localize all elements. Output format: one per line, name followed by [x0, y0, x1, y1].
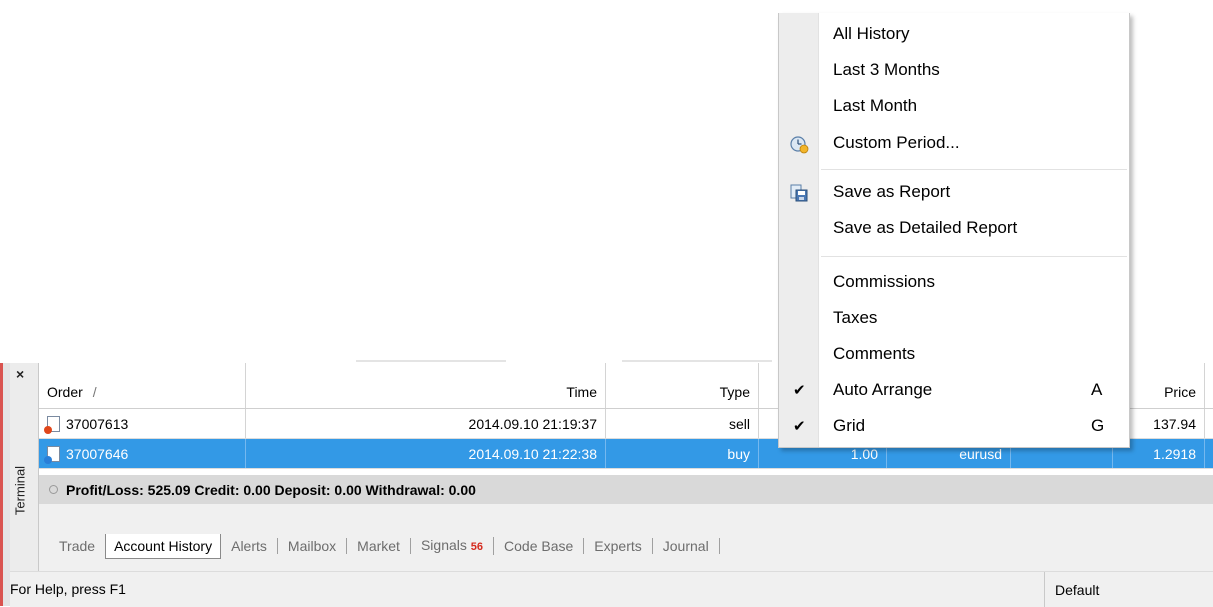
checkmark-icon: ✔	[793, 382, 806, 399]
type-cell: buy	[606, 439, 759, 468]
profile-indicator[interactable]: Default	[1044, 572, 1099, 607]
terminal-tabs: Trade Account History Alerts Mailbox Mar…	[39, 533, 720, 559]
background-separator	[356, 360, 506, 362]
order-header-label: Order	[47, 384, 83, 400]
menu-item-auto-arrange[interactable]: ✔ Auto Arrange A	[779, 375, 1129, 407]
panel-accent-strip	[0, 363, 10, 606]
context-menu: All History Last 3 Months Last Month Cus…	[778, 13, 1130, 448]
tab-signals[interactable]: Signals 56	[411, 537, 495, 555]
profile-name: Default	[1055, 581, 1100, 598]
menu-item-save-as-detailed-report[interactable]: Save as Detailed Report	[779, 213, 1129, 245]
menu-item-label: All History	[833, 24, 910, 43]
account-summary-row: Profit/Loss: 525.09 Credit: 0.00 Deposit…	[39, 475, 1213, 504]
time-cell: 2014.09.10 21:19:37	[246, 409, 606, 438]
menu-item-label: Last 3 Months	[833, 60, 940, 79]
order-cell: 37007613	[39, 409, 246, 438]
menu-item-label: Comments	[833, 344, 916, 363]
menu-item-comments[interactable]: Comments	[779, 339, 1129, 371]
shortcut-key: A	[1091, 380, 1103, 399]
price-header-label: Price	[1164, 384, 1196, 400]
tab-market[interactable]: Market	[347, 538, 411, 554]
terminal-title: Terminal	[12, 465, 28, 516]
sell-order-icon	[44, 415, 60, 434]
column-header-time[interactable]: Time	[246, 363, 606, 408]
tab-code-base[interactable]: Code Base	[494, 538, 585, 554]
menu-item-grid[interactable]: ✔ Grid G	[779, 411, 1129, 443]
signals-badge: 56	[470, 541, 484, 553]
clock-icon	[789, 134, 809, 157]
menu-item-last-3-months[interactable]: Last 3 Months	[779, 55, 1129, 87]
sort-indicator: /	[92, 384, 97, 400]
menu-item-label: Grid	[833, 416, 866, 435]
tab-mailbox[interactable]: Mailbox	[278, 538, 348, 554]
close-icon[interactable]: ×	[16, 366, 24, 382]
menu-item-label: Commissions	[833, 272, 936, 291]
summary-bullet-icon	[49, 485, 58, 494]
menu-item-all-history[interactable]: All History	[779, 19, 1129, 51]
status-bar: For Help, press F1 Default	[10, 571, 1213, 607]
menu-separator	[821, 256, 1127, 257]
terminal-tabs-area: Trade Account History Alerts Mailbox Mar…	[39, 504, 1213, 571]
type-header-label: Type	[719, 384, 750, 400]
status-help-text: For Help, press F1	[10, 581, 126, 597]
menu-item-label: Taxes	[833, 308, 878, 327]
tab-trade[interactable]: Trade	[39, 538, 105, 554]
time-cell: 2014.09.10 21:22:38	[246, 439, 606, 468]
signals-label: Signals	[420, 537, 467, 553]
tab-alerts[interactable]: Alerts	[221, 538, 278, 554]
menu-item-taxes[interactable]: Taxes	[779, 303, 1129, 335]
save-report-icon	[789, 183, 809, 206]
menu-separator	[821, 169, 1127, 170]
tab-journal[interactable]: Journal	[653, 538, 720, 554]
terminal-side-bar: × Terminal	[10, 363, 39, 571]
buy-order-icon	[44, 445, 60, 464]
tab-account-history[interactable]: Account History	[105, 533, 222, 559]
menu-item-label: Save as Detailed Report	[833, 218, 1018, 237]
order-cell: 37007646	[39, 439, 246, 468]
tab-experts[interactable]: Experts	[584, 538, 653, 554]
menu-item-label: Last Month	[833, 96, 918, 115]
background-separator	[622, 360, 772, 362]
menu-item-commissions[interactable]: Commissions	[779, 267, 1129, 299]
order-id: 37007646	[66, 445, 129, 462]
summary-text: Profit/Loss: 525.09 Credit: 0.00 Deposit…	[66, 481, 476, 498]
menu-item-last-month[interactable]: Last Month	[779, 91, 1129, 123]
order-id: 37007613	[66, 415, 129, 432]
column-header-order[interactable]: Order /	[39, 363, 246, 408]
type-cell: sell	[606, 409, 759, 438]
menu-item-custom-period[interactable]: Custom Period...	[779, 128, 1129, 160]
time-header-label: Time	[566, 384, 597, 400]
menu-item-save-as-report[interactable]: Save as Report	[779, 177, 1129, 209]
checkmark-icon: ✔	[793, 418, 806, 435]
menu-item-label: Auto Arrange	[833, 380, 933, 399]
shortcut-key: G	[1091, 416, 1105, 435]
menu-item-label: Save as Report	[833, 182, 951, 201]
column-header-type[interactable]: Type	[606, 363, 759, 408]
menu-item-label: Custom Period...	[833, 133, 960, 152]
